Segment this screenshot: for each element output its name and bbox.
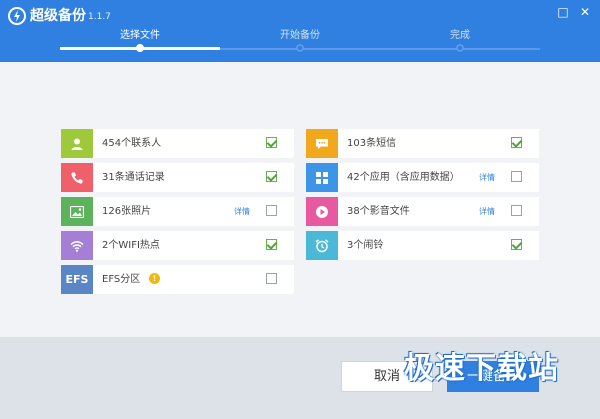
step-backup-dot bbox=[296, 44, 304, 52]
item-label: 3个闹铃 bbox=[347, 240, 384, 251]
item-label: 31条通话记录 bbox=[102, 172, 165, 183]
media-icon bbox=[306, 197, 338, 226]
backup-items-panel: 454个联系人 31条通话记录 126张照片 详情 2个WIFI热点 EFS E… bbox=[0, 62, 600, 337]
watermark-logo: 极速下载站 bbox=[404, 351, 559, 386]
item-label: 2个WIFI热点 bbox=[102, 240, 160, 251]
app-logo-icon bbox=[8, 7, 26, 25]
item-sms[interactable]: 103条短信 bbox=[306, 129, 539, 158]
step-done-dot bbox=[456, 44, 464, 52]
close-icon[interactable]: ✕ bbox=[578, 5, 592, 19]
item-checkbox[interactable] bbox=[266, 205, 277, 216]
item-label: 38个影音文件 bbox=[347, 206, 410, 217]
efs-icon: EFS bbox=[61, 265, 93, 294]
item-checkbox[interactable] bbox=[511, 239, 522, 250]
item-photos[interactable]: 126张照片 详情 bbox=[61, 197, 294, 226]
warning-icon[interactable]: ! bbox=[149, 273, 160, 284]
details-link[interactable]: 详情 bbox=[234, 206, 250, 217]
item-call-log[interactable]: 31条通话记录 bbox=[61, 163, 294, 192]
alarm-icon bbox=[306, 231, 338, 260]
step-done-label: 完成 bbox=[450, 30, 470, 41]
details-link[interactable]: 详情 bbox=[479, 206, 495, 217]
item-checkbox[interactable] bbox=[266, 137, 277, 148]
item-contacts[interactable]: 454个联系人 bbox=[61, 129, 294, 158]
wifi-icon bbox=[61, 231, 93, 260]
app-title: 超级备份 bbox=[30, 8, 86, 24]
item-label: 454个联系人 bbox=[102, 138, 162, 149]
item-checkbox[interactable] bbox=[266, 273, 277, 284]
app-version: 1.1.7 bbox=[88, 12, 111, 22]
contact-icon bbox=[61, 129, 93, 158]
item-label: EFS分区 bbox=[102, 274, 141, 285]
item-checkbox[interactable] bbox=[266, 171, 277, 182]
step-select-dot bbox=[136, 44, 144, 52]
details-link[interactable]: 详情 bbox=[479, 172, 495, 183]
item-checkbox[interactable] bbox=[511, 171, 522, 182]
title-bar: 超级备份 1.1.7 □ ✕ 选择文件 开始备份 完成 bbox=[0, 0, 600, 62]
item-label: 42个应用（含应用数据） bbox=[347, 172, 460, 183]
menu-icon[interactable]: □ bbox=[556, 5, 570, 19]
item-checkbox[interactable] bbox=[511, 137, 522, 148]
step-select-label: 选择文件 bbox=[120, 30, 160, 41]
item-checkbox[interactable] bbox=[266, 239, 277, 250]
item-alarms[interactable]: 3个闹铃 bbox=[306, 231, 539, 260]
item-wifi[interactable]: 2个WIFI热点 bbox=[61, 231, 294, 260]
item-efs[interactable]: EFS EFS分区 ! bbox=[61, 265, 294, 294]
photo-icon bbox=[61, 197, 93, 226]
phone-icon bbox=[61, 163, 93, 192]
item-checkbox[interactable] bbox=[511, 205, 522, 216]
item-media[interactable]: 38个影音文件 详情 bbox=[306, 197, 539, 226]
sms-icon bbox=[306, 129, 338, 158]
item-label: 126张照片 bbox=[102, 206, 152, 217]
item-apps[interactable]: 42个应用（含应用数据） 详情 bbox=[306, 163, 539, 192]
item-label: 103条短信 bbox=[347, 138, 397, 149]
step-backup-label: 开始备份 bbox=[280, 30, 320, 41]
apps-icon bbox=[306, 163, 338, 192]
